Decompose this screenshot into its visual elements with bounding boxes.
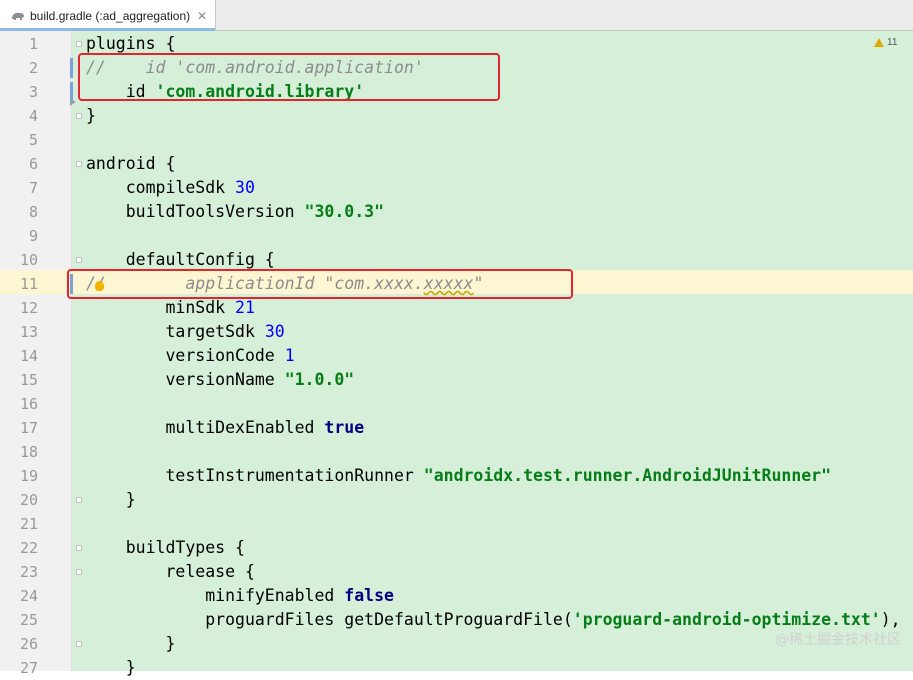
close-icon[interactable]: ✕ [197,9,207,23]
code-text: versionCode 1 [86,346,295,365]
code-text: } [86,634,176,653]
line-number: 3 [28,83,38,101]
code-line[interactable]: 27 } [0,656,913,680]
line-number: 15 [19,371,38,389]
code-text: buildTypes { [86,538,245,557]
line-number: 11 [19,275,38,293]
tab-title: build.gradle (:ad_aggregation) [30,8,191,23]
code-text: } [86,490,136,509]
code-line[interactable]: 12 minSdk 21 [0,296,913,320]
code-line[interactable]: 24 minifyEnabled false [0,584,913,608]
code-line[interactable]: 16 [0,392,913,416]
line-number: 7 [28,179,38,197]
fold-marker-icon[interactable] [76,113,82,119]
fold-marker-icon[interactable] [76,161,82,167]
code-text: multiDexEnabled true [86,418,365,437]
highlight-box-plugins [78,53,500,101]
code-text: targetSdk 30 [86,322,285,341]
fold-marker-icon[interactable] [76,545,82,551]
line-number: 25 [19,611,38,629]
code-line[interactable]: 7 compileSdk 30 [0,176,913,200]
line-number: 4 [28,107,38,125]
code-line[interactable]: 9 [0,224,913,248]
line-number: 10 [19,251,38,269]
line-number: 24 [19,587,38,605]
line-number: 27 [19,659,38,677]
code-text: minifyEnabled false [86,586,394,605]
line-number: 6 [28,155,38,173]
line-number: 14 [19,347,38,365]
code-text: minSdk 21 [86,298,255,317]
fold-marker-icon[interactable] [76,41,82,47]
code-line[interactable]: 15 versionName "1.0.0" [0,368,913,392]
code-text: release { [86,562,255,581]
watermark: @稀土掘金技术社区 [775,632,901,648]
line-number: 16 [19,395,38,413]
fold-marker-icon[interactable] [76,569,82,575]
line-number: 20 [19,491,38,509]
code-line[interactable]: 20 } [0,488,913,512]
code-line[interactable]: 5 [0,128,913,152]
code-text: testInstrumentationRunner "androidx.test… [86,466,832,485]
code-line[interactable]: 4} [0,104,913,128]
fold-marker-icon[interactable] [76,497,82,503]
line-number: 12 [19,299,38,317]
line-number: 18 [19,443,38,461]
line-number: 19 [19,467,38,485]
code-text: buildToolsVersion "30.0.3" [86,202,385,221]
highlight-box-applicationid [67,269,573,299]
code-text: android { [86,154,176,173]
fold-marker-icon[interactable] [76,641,82,647]
code-line[interactable]: 8 buildToolsVersion "30.0.3" [0,200,913,224]
line-number: 2 [28,59,38,77]
line-number: 1 [28,35,38,53]
line-number: 17 [19,419,38,437]
code-text: versionName "1.0.0" [86,370,355,389]
line-number: 22 [19,539,38,557]
line-number: 9 [28,227,38,245]
line-number: 8 [28,203,38,221]
code-line[interactable]: 23 release { [0,560,913,584]
code-line[interactable]: 21 [0,512,913,536]
code-line[interactable]: 14 versionCode 1 [0,344,913,368]
change-marker[interactable] [70,82,73,102]
code-line[interactable]: 22 buildTypes { [0,536,913,560]
code-line[interactable]: 18 [0,440,913,464]
code-line[interactable]: 6 android { [0,152,913,176]
code-text: compileSdk 30 [86,178,255,197]
code-line[interactable]: 17 multiDexEnabled true [0,416,913,440]
line-number: 23 [19,563,38,581]
code-line[interactable]: 13 targetSdk 30 [0,320,913,344]
code-line[interactable]: 19 testInstrumentationRunner "androidx.t… [0,464,913,488]
fold-marker-icon[interactable] [76,257,82,263]
code-text: } [86,658,136,677]
change-marker[interactable] [70,58,73,78]
gradle-icon [12,12,24,20]
line-number: 5 [28,131,38,149]
editor-tab-bar: build.gradle (:ad_aggregation) ✕ [0,0,913,31]
line-number: 13 [19,323,38,341]
code-text: } [86,106,96,125]
tab-build-gradle[interactable]: build.gradle (:ad_aggregation) ✕ [0,0,216,31]
line-number: 21 [19,515,38,533]
line-number: 26 [19,635,38,653]
